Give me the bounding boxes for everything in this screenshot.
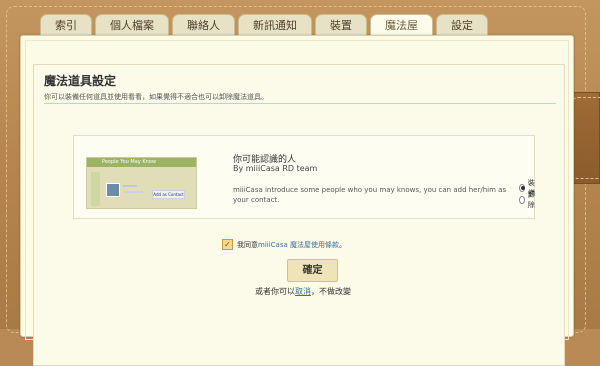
magic-item-author: By miiiCasa RD team <box>233 164 318 173</box>
remove-radio-dot[interactable] <box>519 196 525 204</box>
thumbnail-detail-line <box>123 191 143 193</box>
cancel-link[interactable]: 取消 <box>295 287 311 296</box>
page-description: 你可以裝備任何道具並使用看看，如果覺得不適合也可以卸除魔法道具。 <box>44 93 268 101</box>
thumbnail-sidebar <box>91 172 100 206</box>
terms-agreement: ✓ 我同意 miiiCasa 魔法屋使用條款 。 <box>222 239 346 250</box>
magic-item-intro: miiiCasa introduce some people who you m… <box>233 186 507 204</box>
remove-radio-label: 卸除 <box>527 191 535 209</box>
thumbnail-name-line <box>123 185 137 187</box>
thumbnail-avatar <box>106 183 120 197</box>
remove-radio[interactable]: 卸除 <box>519 190 537 210</box>
tab-devices[interactable]: 裝置 <box>315 14 367 36</box>
terms-prefix: 我同意 <box>237 240 258 249</box>
section-divider <box>44 103 556 104</box>
tab-profile[interactable]: 個人檔案 <box>95 14 169 36</box>
terms-checkbox[interactable]: ✓ <box>222 239 233 250</box>
cancel-line: 或者你可以取消，不做改變 <box>255 286 351 297</box>
tab-bar: 索引 個人檔案 聯絡人 新訊通知 裝置 魔法屋 設定 <box>40 14 491 37</box>
terms-suffix: 。 <box>339 240 346 249</box>
tab-notifications[interactable]: 新訊通知 <box>238 14 312 36</box>
magic-item-settings-panel: 魔法道具設定 你可以裝備任何道具並使用看看，如果覺得不適合也可以卸除魔法道具。 … <box>33 64 565 366</box>
tab-settings[interactable]: 設定 <box>436 14 488 36</box>
tab-index[interactable]: 索引 <box>40 14 92 36</box>
terms-link[interactable]: miiiCasa 魔法屋使用條款 <box>258 240 339 250</box>
tab-contacts[interactable]: 聯絡人 <box>172 14 235 36</box>
confirm-button[interactable]: 確定 <box>287 259 338 282</box>
thumbnail-header: People You May Know <box>87 158 196 167</box>
cancel-suffix: ，不做改變 <box>311 287 351 296</box>
page-title: 魔法道具設定 <box>44 74 117 88</box>
magic-item-card: People You May Know Add as Contact 你可能認識… <box>73 135 535 219</box>
tab-magic-house[interactable]: 魔法屋 <box>370 14 433 37</box>
cancel-prefix: 或者你可以 <box>255 287 295 296</box>
magic-item-thumbnail: People You May Know Add as Contact <box>86 157 197 209</box>
thumbnail-add-contact-button: Add as Contact <box>152 190 185 199</box>
content-sheet: 魔法道具設定 你可以裝備任何道具並使用看看，如果覺得不適合也可以卸除魔法道具。 … <box>20 35 574 366</box>
